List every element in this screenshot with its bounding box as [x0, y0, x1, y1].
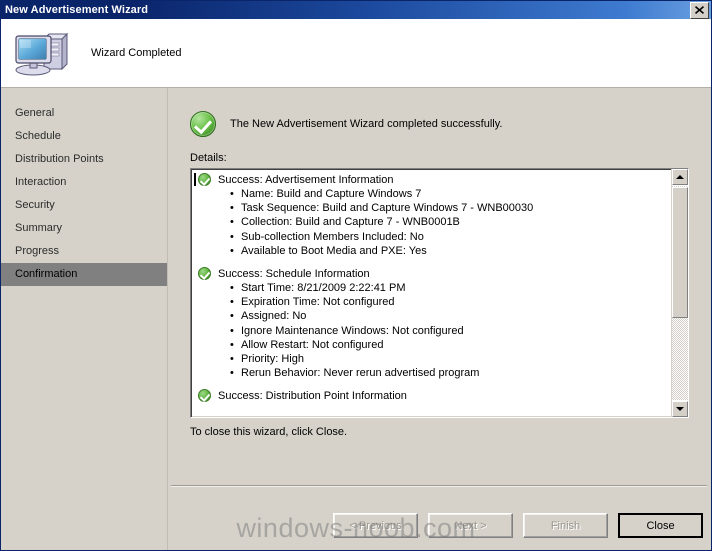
list-item: Task Sequence: Build and Capture Windows… [230, 201, 671, 215]
arrow-up-glyph [676, 175, 684, 179]
wizard-steps-sidebar: General Schedule Distribution Points Int… [1, 88, 168, 550]
close-hint-text: To close this wizard, click Close. [190, 426, 348, 438]
content-panel: The New Advertisement Wizard completed s… [168, 88, 711, 550]
details-listbox[interactable]: Success: Advertisement Information Name:… [190, 168, 689, 418]
sidebar-item-progress[interactable]: Progress [1, 240, 167, 263]
sidebar-item-distribution-points[interactable]: Distribution Points [1, 148, 167, 171]
list-item: Sub-collection Members Included: No [230, 230, 671, 244]
list-item: Assigned: No [230, 309, 671, 323]
banner-title: Wizard Completed [91, 47, 182, 59]
list-item: Start Time: 8/21/2009 2:22:41 PM [230, 281, 671, 295]
wizard-window: New Advertisement Wizard Wizard Complete… [0, 0, 712, 551]
list-item: Available to Boot Media and PXE: Yes [230, 244, 671, 258]
sidebar-item-confirmation[interactable]: Confirmation [1, 263, 167, 286]
details-group-title: Success: Distribution Point Information [218, 390, 407, 403]
sidebar-item-interaction[interactable]: Interaction [1, 171, 167, 194]
details-group-title: Success: Schedule Information [218, 268, 370, 281]
sidebar-item-schedule[interactable]: Schedule [1, 125, 167, 148]
list-item: Name: Build and Capture Windows 7 [230, 187, 671, 201]
success-check-icon [190, 111, 216, 137]
success-check-icon [198, 267, 211, 281]
details-bullet-list: Name: Build and Capture Windows 7 Task S… [194, 187, 671, 258]
details-group-header: Success: Advertisement Information [194, 173, 671, 187]
selection-caret [194, 173, 196, 186]
arrow-down-glyph [676, 407, 684, 411]
details-group: Success: Distribution Point Information [194, 389, 671, 403]
details-list: Success: Advertisement Information Name:… [191, 169, 671, 417]
button-row: < Previous Next > Finish Close [333, 513, 703, 538]
details-group-header: Success: Schedule Information [194, 267, 671, 281]
list-item: Allow Restart: Not configured [230, 338, 671, 352]
scroll-up-icon[interactable] [672, 169, 688, 185]
details-group: Success: Schedule Information Start Time… [194, 267, 671, 381]
success-banner: The New Advertisement Wizard completed s… [190, 110, 689, 138]
footer-separator [171, 485, 707, 487]
details-group-header: Success: Distribution Point Information [194, 389, 671, 403]
scrollbar-thumb[interactable] [672, 187, 688, 318]
details-scrollbar[interactable] [671, 169, 688, 417]
details-bullet-list: Start Time: 8/21/2009 2:22:41 PM Expirat… [194, 281, 671, 381]
finish-button[interactable]: Finish [523, 513, 608, 538]
sidebar-item-general[interactable]: General [1, 102, 167, 125]
details-label: Details: [190, 152, 227, 164]
close-glyph [695, 6, 704, 14]
details-group: Success: Advertisement Information Name:… [194, 173, 671, 258]
list-item: Ignore Maintenance Windows: Not configur… [230, 324, 671, 338]
wizard-banner: Wizard Completed [1, 19, 711, 88]
sidebar-item-security[interactable]: Security [1, 194, 167, 217]
list-item: Collection: Build and Capture 7 - WNB000… [230, 215, 671, 229]
footer-bar: < Previous Next > Finish Close [169, 485, 711, 550]
list-item: Rerun Behavior: Never rerun advertised p… [230, 366, 671, 380]
close-button[interactable]: Close [618, 513, 703, 538]
success-message: The New Advertisement Wizard completed s… [230, 118, 503, 130]
body-area: General Schedule Distribution Points Int… [1, 88, 711, 550]
details-group-title: Success: Advertisement Information [218, 174, 394, 186]
scroll-down-icon[interactable] [672, 401, 688, 417]
next-button[interactable]: Next > [428, 513, 513, 538]
sidebar-item-summary[interactable]: Summary [1, 217, 167, 240]
list-item: Expiration Time: Not configured [230, 295, 671, 309]
computer-icon [13, 27, 69, 79]
list-item: Priority: High [230, 352, 671, 366]
title-bar: New Advertisement Wizard [1, 1, 711, 19]
previous-button[interactable]: < Previous [333, 513, 418, 538]
success-check-icon [198, 173, 211, 186]
success-check-icon [198, 389, 211, 403]
close-icon[interactable] [690, 1, 709, 19]
window-title: New Advertisement Wizard [5, 4, 149, 16]
